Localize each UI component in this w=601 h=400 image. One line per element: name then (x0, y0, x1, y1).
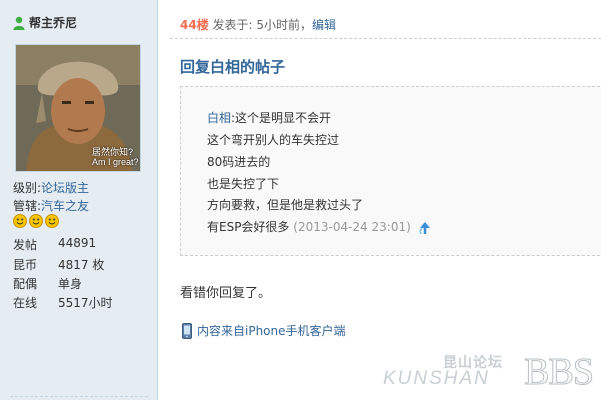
user-level: 级别:论坛版主 (13, 181, 90, 195)
quote-time: (2013-04-24 23:01) (293, 220, 411, 234)
quote-line: 80码进去的 (207, 155, 271, 169)
level-link[interactable]: 论坛版主 (41, 181, 89, 195)
back-to-post-icon[interactable] (418, 221, 432, 235)
smiley-icon (29, 214, 43, 228)
quote-line: 这个弯开别人的车失控过 (207, 133, 340, 147)
district-link[interactable]: 汽车之友 (41, 199, 89, 213)
quote-line: 也是失控了下 (207, 177, 280, 191)
smiley-icon (13, 214, 27, 228)
author-sidebar: 帮主乔尼 居然你知? Am I great? 级别:论坛版主 管辖:汽车之友 发… (0, 0, 158, 400)
author-row: 帮主乔尼 (13, 14, 77, 31)
source-row: 内容来自iPhone手机客户端 (182, 322, 346, 339)
sidebar-divider (10, 396, 148, 397)
stat-spouse: 配偶 单身 (13, 277, 83, 291)
floor-number[interactable]: 44楼 (180, 18, 209, 32)
avatar[interactable]: 居然你知? Am I great? (15, 44, 141, 172)
post-content: 44楼 发表于: 5小时前，编辑 回复白相的帖子 白相:这个是明显不会开 这个弯… (158, 0, 601, 400)
header-divider (170, 38, 601, 39)
medal-row (13, 214, 59, 228)
user-district: 管辖:汽车之友 (13, 199, 90, 213)
reply-text: 看错你回复了。 (180, 286, 272, 301)
post-time: 发表于: 5小时前， (212, 18, 313, 32)
stat-online: 在线 5517小时 (13, 296, 113, 310)
phone-icon (182, 322, 192, 339)
smiley-icon (45, 214, 59, 228)
client-source-link[interactable]: 内容来自iPhone手机客户端 (197, 322, 346, 339)
stat-posts: 发帖 44891 (13, 236, 97, 252)
stat-coins: 昆币 4817 枚 (13, 258, 105, 272)
quote-author-link[interactable]: 白相 (207, 111, 231, 125)
author-name[interactable]: 帮主乔尼 (29, 14, 77, 31)
post-header: 44楼 发表于: 5小时前，编辑 (180, 16, 336, 33)
avatar-caption: 居然你知? Am I great? (92, 147, 139, 167)
quote-line: 方向要救，但是他是救过头了 (207, 198, 364, 212)
user-online-icon (13, 16, 25, 30)
quote-block: 白相:这个是明显不会开 这个弯开别人的车失控过 80码进去的 也是失控了下 方向… (180, 86, 601, 256)
forum-watermark: 昆山论坛 KUNSHAN BBS (383, 351, 594, 394)
post-title: 回复白相的帖子 (180, 58, 286, 76)
edit-link[interactable]: 编辑 (312, 18, 336, 32)
quote-last-line: 有ESP会好很多 (2013-04-24 23:01) (207, 218, 432, 235)
quote-first-line: 白相:这个是明显不会开 (207, 111, 332, 125)
